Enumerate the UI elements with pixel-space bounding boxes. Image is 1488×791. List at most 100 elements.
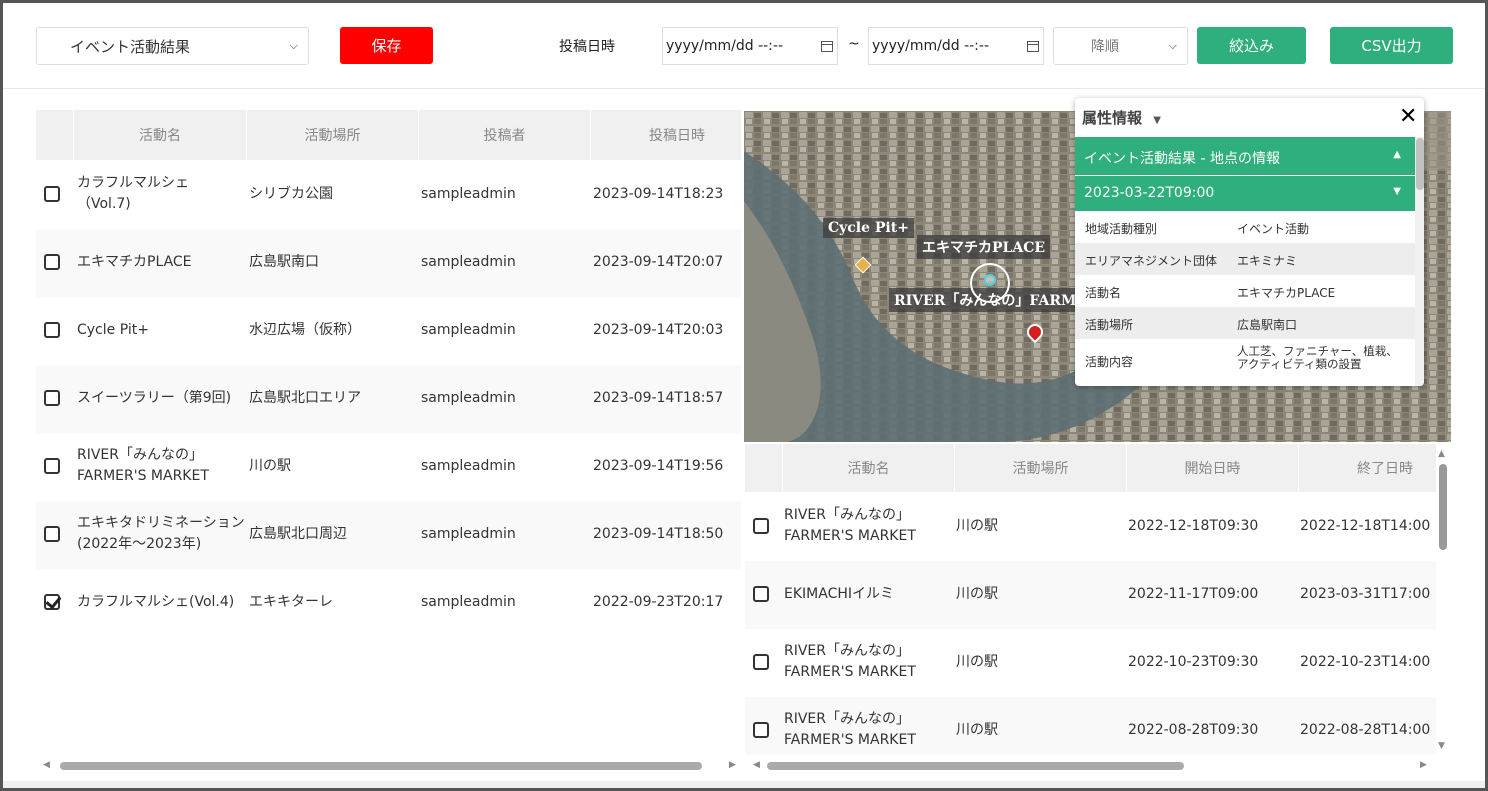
header-activity-name[interactable]: 活動名 <box>74 110 246 160</box>
attribute-key: 活動場所 <box>1085 318 1134 332</box>
posted-date-cell: 2023-09-14T18:57 <box>593 390 724 406</box>
bottom-edge <box>3 781 1485 788</box>
caret-down-icon[interactable]: ▼ <box>1393 186 1401 197</box>
right-table-hscroll-thumb[interactable] <box>767 762 1184 770</box>
table-row[interactable]: カラフルマルシェ （Vol.7) シリブカ公園 sampleadmin 2023-09-… <box>36 161 741 229</box>
posted-date-cell: 2023-09-14T18:50 <box>593 526 724 542</box>
map-label-ekimachika[interactable]: エキマチカPLACE <box>917 235 1051 259</box>
attribute-row: エリアマネジメント団体 エキミナミ <box>1075 243 1415 275</box>
row-checkbox[interactable] <box>753 586 769 602</box>
csv-export-button[interactable]: CSV出力 <box>1330 27 1453 64</box>
scroll-up-arrow-icon[interactable]: ▲ <box>1438 449 1445 459</box>
poster-cell: sampleadmin <box>421 390 516 406</box>
activity-place-cell: エキキターレ <box>249 594 333 610</box>
activity-place-cell: 川の駅 <box>956 654 998 670</box>
activity-name-cell: Cycle Pit+ <box>77 320 247 341</box>
poster-cell: sampleadmin <box>421 594 516 610</box>
row-checkbox[interactable] <box>44 254 60 270</box>
activity-name-line2: FARMER'S MARKET <box>77 468 209 484</box>
poster-cell: sampleadmin <box>421 458 516 474</box>
popup-section-header[interactable]: イベント活動結果 - 地点の情報 ▲ <box>1075 137 1415 175</box>
header-end-date[interactable]: 終了日時 <box>1299 444 1436 492</box>
scroll-right-arrow-icon[interactable]: ▶ <box>729 760 736 770</box>
posted-date-cell: 2023-09-14T20:07 <box>593 254 724 270</box>
activity-place-cell: 川の駅 <box>956 722 998 738</box>
header-checkbox-cell <box>36 110 73 160</box>
sort-order-select[interactable]: 降順 ⌵ <box>1053 27 1188 65</box>
calendar-icon[interactable] <box>821 40 833 52</box>
poster-cell: sampleadmin <box>421 322 516 338</box>
left-table-hscroll-thumb[interactable] <box>60 762 702 770</box>
layer-select[interactable]: イベント活動結果 ⌵ <box>36 27 309 65</box>
activity-place-cell: 川の駅 <box>956 586 998 602</box>
row-checkbox[interactable] <box>44 526 60 542</box>
activity-name-line1: RIVER「みんなの」 <box>784 711 911 727</box>
table-row[interactable]: RIVER「みんなの」 FARMER'S MARKET 川の駅 2022-10-23T… <box>745 629 1436 697</box>
right-table-scrollbar-thumb[interactable] <box>1439 464 1447 550</box>
sort-order-value: 降順 <box>1091 39 1119 55</box>
header-posted-date[interactable]: 投稿日時 <box>591 110 741 160</box>
posted-datetime-label: 投稿日時 <box>559 39 615 55</box>
activity-name-cell: エキキタドリミネーション (2022年～2023年) <box>77 513 247 555</box>
scroll-down-arrow-icon[interactable]: ▼ <box>1438 741 1445 751</box>
attribute-value: イベント活動 <box>1237 222 1310 236</box>
header-poster[interactable]: 投稿者 <box>419 110 590 160</box>
calendar-icon[interactable] <box>1027 40 1039 52</box>
table-row[interactable]: RIVER「みんなの」 FARMER'S MARKET 川の駅 sampleadmin… <box>36 433 741 501</box>
row-checkbox[interactable] <box>753 654 769 670</box>
chevron-down-icon: ⌵ <box>1168 39 1177 52</box>
date-from-input[interactable]: yyyy/mm/dd --:-- <box>662 27 838 65</box>
date-to-input[interactable]: yyyy/mm/dd --:-- <box>868 27 1044 65</box>
popup-subsection-title: 2023-03-22T09:00 <box>1084 185 1215 201</box>
attribute-value: 広島駅南口 <box>1237 318 1298 332</box>
chevron-down-icon: ⌵ <box>289 39 298 52</box>
activity-name-cell: カラフルマルシェ （Vol.7) <box>77 173 247 215</box>
popup-scrollbar-thumb[interactable] <box>1416 138 1424 190</box>
end-date-cell: 2022-08-28T14:00 <box>1300 722 1431 738</box>
close-icon[interactable]: ✕ <box>1399 104 1417 129</box>
attribute-info-popup: 属性情報 ▼ ✕ イベント活動結果 - 地点の情報 ▲ 2023-03-22T0… <box>1075 98 1424 386</box>
poster-cell: sampleadmin <box>421 254 516 270</box>
header-activity-name[interactable]: 活動名 <box>783 444 954 492</box>
row-checkbox[interactable] <box>44 458 60 474</box>
row-checkbox[interactable] <box>753 518 769 534</box>
scroll-right-arrow-icon[interactable]: ▶ <box>1420 760 1427 770</box>
activity-name-line1: スイーツラリー（第9回) <box>77 390 232 406</box>
row-checkbox[interactable] <box>753 722 769 738</box>
table-row[interactable]: エキマチカPLACE 広島駅南口 sampleadmin 2023-09-14T20:… <box>36 229 741 297</box>
table-row[interactable]: Cycle Pit+ 水辺広場（仮称） sampleadmin 2023-09-14T… <box>36 297 741 365</box>
row-checkbox[interactable] <box>44 390 60 406</box>
activity-name-line1: RIVER「みんなの」 <box>784 507 911 523</box>
filter-button[interactable]: 絞込み <box>1197 27 1306 64</box>
start-date-cell: 2022-08-28T09:30 <box>1128 722 1259 738</box>
scroll-left-arrow-icon[interactable]: ◀ <box>43 760 50 770</box>
activity-name-cell: RIVER「みんなの」 FARMER'S MARKET <box>784 709 954 751</box>
row-checkbox[interactable] <box>44 322 60 338</box>
caret-down-icon[interactable]: ▼ <box>1153 115 1161 126</box>
header-start-date[interactable]: 開始日時 <box>1127 444 1298 492</box>
table-row[interactable]: エキキタドリミネーション (2022年～2023年) 広島駅北口周辺 samplead… <box>36 501 741 569</box>
map-marker-selected-icon[interactable] <box>984 274 996 286</box>
table-row[interactable]: カラフルマルシェ(Vol.4) エキキターレ sampleadmin 2022-09-… <box>36 569 741 637</box>
map-label-cycle-pit[interactable]: Cycle Pit+ <box>823 218 914 238</box>
table-row[interactable]: RIVER「みんなの」 FARMER'S MARKET 川の駅 2022-12-18T… <box>745 493 1436 561</box>
table-row[interactable]: EKIMACHIイルミ 川の駅 2022-11-17T09:00 2023-03-31… <box>745 561 1436 629</box>
caret-up-icon[interactable]: ▲ <box>1393 149 1401 160</box>
activity-place-cell: 川の駅 <box>249 458 291 474</box>
scroll-left-arrow-icon[interactable]: ◀ <box>753 760 760 770</box>
header-activity-place[interactable]: 活動場所 <box>955 444 1126 492</box>
activity-name-line2: （Vol.7) <box>77 196 131 212</box>
activity-name-cell: スイーツラリー（第9回) <box>77 388 247 409</box>
header-activity-place[interactable]: 活動場所 <box>247 110 418 160</box>
row-checkbox[interactable] <box>44 594 60 610</box>
popup-title[interactable]: 属性情報 ▼ <box>1082 107 1161 128</box>
activity-name-line1: エキマチカPLACE <box>77 254 192 270</box>
row-checkbox[interactable] <box>44 186 60 202</box>
popup-subsection-header[interactable]: 2023-03-22T09:00 ▼ <box>1075 176 1415 211</box>
table-row[interactable]: スイーツラリー（第9回) 広島駅北口エリア sampleadmin 2023-09-1… <box>36 365 741 433</box>
poster-cell: sampleadmin <box>421 526 516 542</box>
save-button[interactable]: 保存 <box>340 27 433 64</box>
activity-name-cell: カラフルマルシェ(Vol.4) <box>77 592 247 613</box>
activity-name-cell: EKIMACHIイルミ <box>784 584 954 605</box>
start-date-cell: 2022-12-18T09:30 <box>1128 518 1259 534</box>
